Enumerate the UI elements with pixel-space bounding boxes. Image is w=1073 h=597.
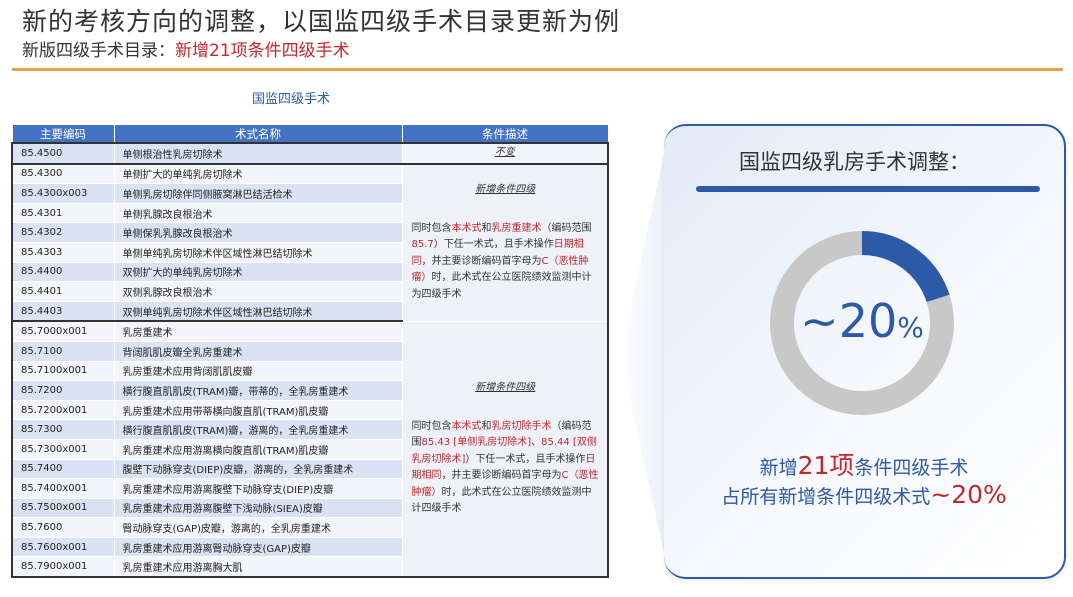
title-divider [12, 68, 1063, 71]
card-title-underline [696, 186, 1040, 192]
cond2-r2: 乳房切除手术 [491, 420, 552, 432]
cond2-t4: 、 [531, 437, 542, 449]
cond2-t5: ）下任一术式，且手术操作 [465, 453, 586, 465]
cell-name: 单侧根治性乳房切除术 [113, 142, 403, 165]
cell-name: 乳房重建术应用带蒂横向腹直肌(TRAM)肌皮瓣 [113, 399, 403, 421]
cell-name: 单侧保乳乳腺改良根治术 [113, 222, 403, 243]
cond1-t2: 和 [481, 222, 492, 234]
cell-code: 85.7200 [11, 380, 115, 401]
subtitle-highlight: 新增21项条件四级手术 [175, 41, 350, 61]
card-pointer [620, 128, 670, 580]
card-statement-2: 占所有新增条件四级术式~20% [664, 480, 1064, 509]
condition-unchanged: 不变 [494, 147, 515, 159]
cond2-t2: 和 [481, 420, 492, 432]
cell-code: 85.7200x001 [11, 399, 115, 421]
cell-code: 85.7100 [11, 340, 115, 362]
cell-name: 单侧乳房切除伴同侧腋窝淋巴结活检术 [113, 183, 403, 204]
table-header-row: 主要编码 术式名称 条件描述 [11, 124, 609, 144]
cond1-t4: ）下任一术式，且手术操作 [433, 239, 554, 251]
cell-name: 单侧乳腺改良根治术 [113, 202, 403, 224]
subtitle-prefix: 新版四级手术目录： [22, 41, 175, 61]
cell-code: 85.4300x003 [11, 183, 115, 204]
cell-name: 乳房重建术应用游离臀动脉穿支(GAP)皮瓣 [113, 536, 403, 558]
cell-code: 85.4403 [11, 300, 115, 323]
cell-name: 双侧乳腺改良根治术 [113, 281, 403, 302]
cell-code: 85.7300 [11, 419, 115, 440]
line1-num: 21项 [797, 451, 855, 480]
condition-group-2-title: 新增条件四级 [475, 382, 536, 394]
cell-code: 85.7400 [11, 458, 115, 480]
cell-name: 乳房重建术 [113, 320, 403, 342]
summary-card: 国监四级乳房手术调整： ~20% 新增21项条件四级手术 占所有新增条件四级术式… [664, 124, 1066, 579]
cond1-r2: 乳房重建术 [491, 222, 542, 234]
cell-code: 85.7600x001 [11, 536, 115, 558]
cell-name: 腹壁下动脉穿支(DIEP)皮瓣，游离的，全乳房重建术 [113, 458, 403, 480]
cell-name: 单侧扩大的单纯乳房切除术 [113, 163, 403, 185]
cond1-t6: 时，此术式在公立医院绩效监测中计为四级手术 [411, 272, 592, 300]
table-row: 85.7000x001 乳房重建术 新增条件四级 同时包含本术式和乳房切除手术（… [11, 320, 609, 579]
cond1-r3: 85.7 [411, 239, 434, 251]
cell-name: 乳房重建术应用游离腹壁下动脉穿支(DIEP)皮瓣 [113, 478, 403, 499]
cell-code: 85.4500 [11, 142, 115, 165]
table-caption: 国监四级手术 [252, 92, 331, 107]
cond2-t1: 同时包含 [411, 420, 452, 432]
cond2-r1: 本术式 [451, 420, 482, 432]
cell-code: 85.7400x001 [11, 478, 115, 499]
cell-name: 双侧扩大的单纯乳房切除术 [113, 261, 403, 283]
cell-code: 85.4301 [11, 202, 115, 224]
condition-group-1-title: 新增条件四级 [475, 184, 536, 196]
cell-code: 85.7500x001 [11, 497, 115, 519]
donut-value: ~20 [800, 294, 898, 348]
line1-pre: 新增 [759, 457, 798, 479]
cond2-r3: 85.43 [单侧乳房切除术] [421, 437, 532, 449]
cell-name: 乳房重建术应用背阔肌肌皮瓣 [113, 360, 403, 382]
cell-code: 85.7100x001 [11, 360, 115, 382]
cell-code: 85.4400 [11, 261, 115, 283]
cond2-t6: ，并主要诊断编码首字母为 [441, 470, 562, 482]
cell-name: 单侧单纯乳房切除术伴区域性淋巴结切除术 [113, 241, 403, 263]
page-subtitle: 新版四级手术目录：新增21项条件四级手术 [22, 36, 350, 61]
cell-code: 85.4302 [11, 222, 115, 243]
header-code: 主要编码 [11, 124, 115, 144]
cell-name: 乳房重建术应用游离腹壁下浅动脉(SIEA)皮瓣 [113, 497, 403, 519]
cell-name: 双侧单纯乳房切除术伴区域性淋巴结切除术 [113, 300, 403, 323]
cond1-t1: 同时包含 [411, 222, 452, 234]
donut-unit: % [897, 311, 924, 344]
cell-name: 臀动脉穿支(GAP)皮瓣，游离的，全乳房重建术 [113, 517, 403, 538]
cell-code: 85.4300 [11, 163, 115, 185]
cell-code: 85.7900x001 [11, 556, 115, 579]
header-name: 术式名称 [113, 124, 403, 144]
donut-center-label: ~20% [772, 294, 952, 348]
condition-group-1: 新增条件四级 同时包含本术式和乳房重建术（编码范围 85.7）下任一术式，且手术操… [401, 163, 609, 322]
cond1-r1: 本术式 [451, 222, 482, 234]
surgery-catalog-table: 主要编码 术式名称 条件描述 85.4500 单侧根治性乳房切除术 不变 85.… [11, 124, 609, 579]
cell-code: 85.7600 [11, 517, 115, 538]
line2-pre: 占所有新增条件四级术式 [721, 486, 931, 508]
cond1-t5: ，并主要诊断编码首字母为 [421, 255, 542, 267]
cell-name: 乳房重建术应用游离横向腹直肌(TRAM)肌皮瓣 [113, 438, 403, 460]
cell-code: 85.7300x001 [11, 438, 115, 460]
table-row: 85.4300 单侧扩大的单纯乳房切除术 新增条件四级 同时包含本术式和乳房重建… [11, 163, 609, 322]
header-condition: 条件描述 [401, 124, 609, 144]
line2-num: ~20% [930, 480, 1007, 509]
cell-code: 85.7000x001 [11, 320, 115, 342]
page-title: 新的考核方向的调整，以国监四级手术目录更新为例 [22, 7, 621, 36]
cell-condition-unchanged: 不变 [401, 142, 609, 165]
cell-name: 乳房重建术应用游离胸大肌 [113, 556, 403, 579]
cell-name: 背阔肌肌皮瓣全乳房重建术 [113, 340, 403, 362]
cell-name: 横行腹直肌肌皮(TRAM)瓣，游离的，全乳房重建术 [113, 419, 403, 440]
card-statement-1: 新增21项条件四级手术 [664, 446, 1064, 482]
line1-post: 条件四级手术 [854, 457, 969, 479]
table-row: 85.4500 单侧根治性乳房切除术 不变 [11, 142, 609, 165]
cond1-t3: （编码范围 [541, 222, 592, 234]
cell-name: 横行腹直肌肌皮(TRAM)瓣，带蒂的，全乳房重建术 [113, 380, 403, 401]
cell-code: 85.4401 [11, 281, 115, 302]
condition-group-2: 新增条件四级 同时包含本术式和乳房切除手术（编码范围85.43 [单侧乳房切除术… [401, 320, 609, 579]
card-title: 国监四级乳房手术调整： [739, 150, 970, 174]
cell-code: 85.4303 [11, 241, 115, 263]
